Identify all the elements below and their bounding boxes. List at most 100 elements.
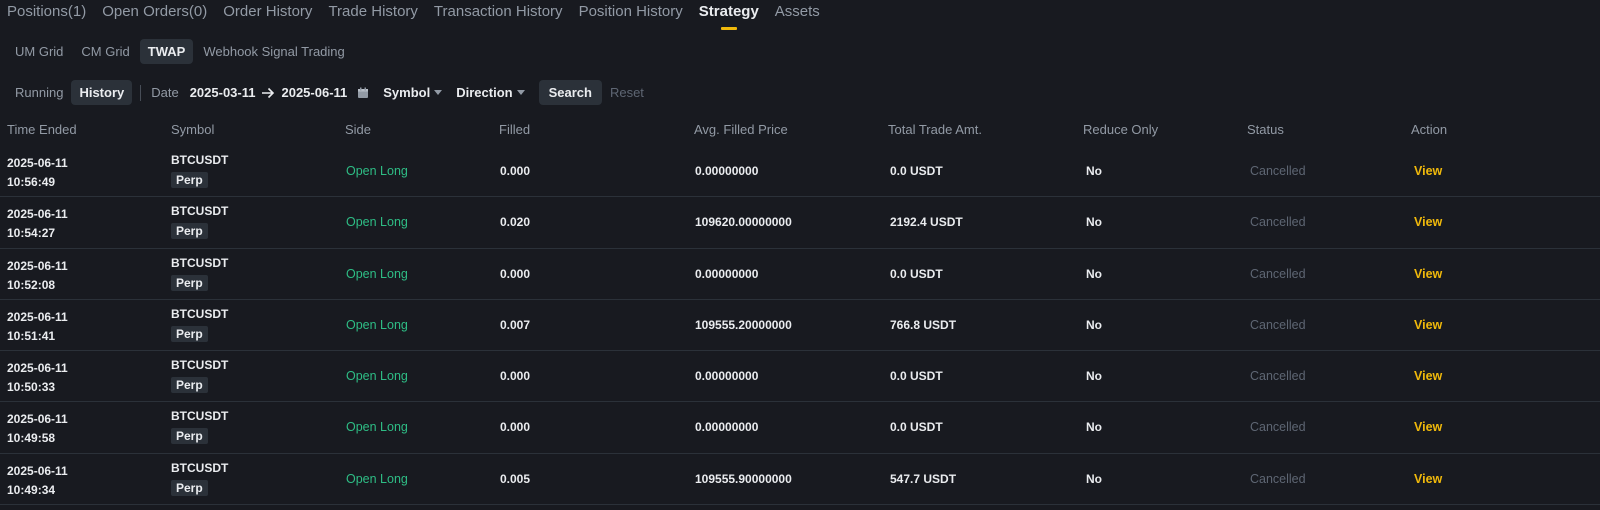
- view-link[interactable]: View: [1414, 214, 1442, 231]
- time-ended-cell: 2025-06-11 10:54:27: [7, 205, 68, 243]
- symbol-name: BTCUSDT: [171, 306, 229, 321]
- tab-label: Assets: [774, 3, 820, 20]
- side-cell: Open Long: [346, 471, 408, 486]
- view-link[interactable]: View: [1414, 266, 1442, 283]
- header-status: Status: [1247, 122, 1284, 137]
- view-link[interactable]: View: [1414, 317, 1442, 334]
- side-cell: Open Long: [346, 420, 408, 435]
- status-cell: Cancelled: [1250, 164, 1306, 178]
- reduce-only-cell: No: [1086, 164, 1102, 178]
- reduce-only-cell: No: [1086, 317, 1102, 332]
- total-amt-cell: 0.0 USDT: [890, 420, 943, 435]
- subtab-cm-grid[interactable]: CM Grid: [73, 39, 137, 64]
- tab-order-history[interactable]: Order History: [223, 0, 312, 23]
- time-ended-cell: 2025-06-11 10:51:41: [7, 308, 68, 346]
- table-row: 2025-06-11 10:54:27 BTCUSDT Perp Open Long…: [0, 197, 1600, 249]
- status-cell: Cancelled: [1250, 369, 1306, 384]
- side-cell: Open Long: [346, 266, 408, 281]
- subtab-twap[interactable]: TWAP: [139, 39, 194, 64]
- side-cell: Open Long: [346, 317, 408, 332]
- view-link[interactable]: View: [1414, 419, 1442, 436]
- total-amt-cell: 0.0 USDT: [890, 369, 943, 384]
- tab-strategy[interactable]: Strategy: [698, 0, 759, 30]
- reduce-only-cell: No: [1086, 420, 1102, 435]
- table-row: 2025-06-11 10:51:41 BTCUSDT Perp Open Long…: [0, 300, 1600, 352]
- tab-position-history[interactable]: Position History: [579, 0, 683, 23]
- perp-badge: Perp: [171, 274, 208, 291]
- status-cell: Cancelled: [1250, 215, 1306, 230]
- calendar-icon[interactable]: [357, 87, 369, 99]
- date-text: 2025-06-11: [7, 258, 68, 273]
- tab-label: Order History: [223, 3, 313, 20]
- time-text: 10:49:58: [7, 431, 56, 446]
- reset-button[interactable]: Reset: [610, 85, 644, 100]
- date-from-input[interactable]: 2025-03-11: [190, 85, 256, 100]
- status-cell: Cancelled: [1250, 471, 1306, 486]
- filled-cell: 0.000: [500, 420, 531, 435]
- header-time-ended: Time Ended: [7, 122, 77, 137]
- direction-dropdown[interactable]: Direction: [456, 85, 525, 100]
- time-text: 10:51:41: [7, 328, 56, 343]
- running-toggle[interactable]: Running: [7, 80, 71, 105]
- reduce-only-cell: No: [1086, 215, 1102, 230]
- divider: [140, 84, 142, 101]
- tab-label: Strategy: [698, 3, 759, 20]
- perp-badge: Perp: [171, 223, 208, 240]
- reduce-only-cell: No: [1086, 471, 1102, 486]
- time-ended-cell: 2025-06-11 10:56:49: [7, 154, 68, 192]
- search-button[interactable]: Search: [538, 80, 602, 105]
- top-tab-bar: Positions(1) Open Orders(0) Order Histor…: [0, 0, 1600, 30]
- status-cell: Cancelled: [1250, 317, 1306, 332]
- avg-price-cell: 0.00000000: [695, 420, 759, 435]
- tab-open-orders[interactable]: Open Orders(0): [102, 0, 207, 23]
- date-text: 2025-06-11: [7, 463, 68, 478]
- time-ended-cell: 2025-06-11 10:49:34: [7, 462, 68, 500]
- date-text: 2025-06-11: [7, 361, 68, 376]
- date-text: 2025-06-11: [7, 156, 68, 170]
- time-ended-cell: 2025-06-11 10:49:58: [7, 410, 68, 448]
- symbol-cell: BTCUSDT Perp: [171, 203, 228, 240]
- tab-trade-history[interactable]: Trade History: [328, 0, 417, 23]
- table-body: 2025-06-11 10:56:49 BTCUSDT Perp Open Long…: [0, 146, 1600, 506]
- time-ended-cell: 2025-06-11 10:50:33: [7, 359, 68, 397]
- tab-label: Open Orders(0): [102, 3, 208, 20]
- avg-price-cell: 109620.00000000: [695, 215, 792, 230]
- side-cell: Open Long: [346, 164, 408, 178]
- symbol-cell: BTCUSDT Perp: [171, 255, 228, 291]
- header-symbol: Symbol: [171, 122, 215, 137]
- tab-label: Transaction History: [433, 3, 563, 20]
- date-to-input[interactable]: 2025-06-11: [281, 85, 347, 100]
- table-row: 2025-06-11 10:50:33 BTCUSDT Perp Open Long…: [0, 351, 1600, 403]
- time-text: 10:50:33: [7, 380, 56, 395]
- tab-transaction-history[interactable]: Transaction History: [434, 0, 563, 23]
- symbol-dropdown[interactable]: Symbol: [383, 85, 443, 100]
- filter-bar: Running History Date 2025-03-11 2025-06-…: [7, 80, 644, 105]
- perp-badge: Perp: [171, 428, 208, 445]
- tab-positions[interactable]: Positions(1): [7, 0, 86, 23]
- time-text: 10:54:27: [7, 226, 56, 241]
- tab-label: Trade History: [328, 3, 418, 20]
- time-text: 10:52:08: [7, 277, 56, 292]
- status-cell: Cancelled: [1250, 420, 1306, 435]
- filled-cell: 0.020: [500, 215, 531, 230]
- total-amt-cell: 0.0 USDT: [890, 164, 943, 178]
- view-link[interactable]: View: [1414, 368, 1442, 385]
- symbol-name: BTCUSDT: [171, 153, 229, 167]
- table-row: 2025-06-11 10:52:08 BTCUSDT Perp Open Long…: [0, 249, 1600, 300]
- time-text: 10:56:49: [7, 175, 56, 189]
- date-text: 2025-06-11: [7, 309, 68, 324]
- history-toggle[interactable]: History: [71, 80, 133, 105]
- strategy-sub-tabs: UM Grid CM Grid TWAP Webhook Signal Trad…: [7, 39, 355, 64]
- view-link[interactable]: View: [1414, 163, 1442, 180]
- side-cell: Open Long: [346, 215, 408, 230]
- subtab-um-grid[interactable]: UM Grid: [7, 39, 71, 64]
- tab-label: Positions(1): [7, 3, 87, 20]
- total-amt-cell: 2192.4 USDT: [890, 215, 963, 230]
- status-cell: Cancelled: [1250, 266, 1306, 281]
- filled-cell: 0.000: [500, 164, 531, 178]
- view-link[interactable]: View: [1414, 471, 1442, 488]
- subtab-webhook-signal-trading[interactable]: Webhook Signal Trading: [195, 39, 352, 64]
- tab-assets[interactable]: Assets: [775, 0, 820, 23]
- header-avg-filled-price: Avg. Filled Price: [694, 122, 788, 137]
- header-action: Action: [1411, 122, 1448, 137]
